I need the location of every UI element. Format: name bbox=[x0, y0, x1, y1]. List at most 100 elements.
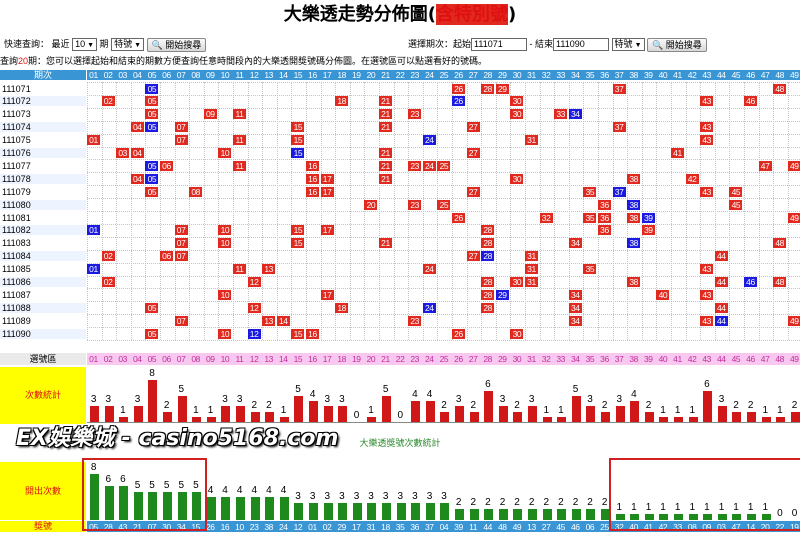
select-number-47[interactable]: 47 bbox=[759, 354, 772, 364]
rank-number-01: 01 bbox=[308, 521, 317, 532]
ball-111081-26: 26 bbox=[452, 212, 465, 223]
rank-bar-13 bbox=[528, 508, 537, 520]
number-header-39: 39 bbox=[643, 70, 653, 80]
select-number-17[interactable]: 17 bbox=[321, 354, 334, 364]
select-number-16[interactable]: 16 bbox=[306, 354, 319, 364]
select-number-25[interactable]: 25 bbox=[437, 354, 450, 364]
select-number-42[interactable]: 42 bbox=[686, 354, 699, 364]
select-number-15[interactable]: 15 bbox=[291, 354, 304, 364]
select-number-13[interactable]: 13 bbox=[262, 354, 275, 364]
rank-freq-label-box: 開出次數 bbox=[0, 462, 86, 520]
select-number-48[interactable]: 48 bbox=[773, 354, 786, 364]
select-number-28[interactable]: 28 bbox=[481, 354, 494, 364]
select-number-49[interactable]: 49 bbox=[788, 354, 800, 364]
select-number-03[interactable]: 03 bbox=[116, 354, 129, 364]
ball-111085-01: 01 bbox=[87, 264, 100, 275]
select-number-04[interactable]: 04 bbox=[131, 354, 144, 364]
select-number-01[interactable]: 01 bbox=[87, 354, 100, 364]
select-number-37[interactable]: 37 bbox=[613, 354, 626, 364]
select-number-36[interactable]: 36 bbox=[598, 354, 611, 364]
grid-row-line bbox=[87, 249, 800, 251]
rank-bar-31 bbox=[367, 502, 377, 520]
select-number-09[interactable]: 09 bbox=[204, 354, 217, 364]
ball-111073-21: 21 bbox=[379, 109, 392, 120]
select-number-26[interactable]: 26 bbox=[452, 354, 465, 364]
select-number-45[interactable]: 45 bbox=[729, 354, 742, 364]
ball-111077-25: 25 bbox=[437, 160, 451, 171]
select-number-35[interactable]: 35 bbox=[583, 354, 596, 364]
select-number-31[interactable]: 31 bbox=[525, 354, 538, 364]
quick-search-button[interactable]: 🔍 開始搜尋 bbox=[146, 37, 207, 52]
ball-111088-18: 18 bbox=[335, 302, 349, 313]
select-number-27[interactable]: 27 bbox=[467, 354, 480, 364]
ball-111084-07: 07 bbox=[174, 251, 188, 262]
freq-bar-31 bbox=[528, 406, 537, 422]
select-number-40[interactable]: 40 bbox=[656, 354, 669, 364]
recent-count-select[interactable]: 10 ▼ bbox=[72, 38, 98, 52]
ball-111080-36: 36 bbox=[598, 199, 611, 210]
range-search-button[interactable]: 🔍 開始搜尋 bbox=[647, 37, 707, 52]
select-number-44[interactable]: 44 bbox=[715, 354, 728, 364]
ball-111082-07: 07 bbox=[174, 225, 188, 236]
number-header-09: 09 bbox=[205, 70, 215, 80]
ball-111075-07: 07 bbox=[174, 135, 188, 146]
freq-value-05: 8 bbox=[149, 369, 155, 380]
number-header-28: 28 bbox=[483, 70, 493, 80]
select-number-39[interactable]: 39 bbox=[642, 354, 655, 364]
freq-bar-37 bbox=[615, 406, 625, 422]
select-number-06[interactable]: 06 bbox=[160, 354, 173, 364]
select-number-20[interactable]: 20 bbox=[364, 354, 377, 364]
period-label-111074: 111074 bbox=[0, 122, 86, 133]
range-end-input[interactable]: 111090 bbox=[553, 38, 610, 52]
ball-111079-43: 43 bbox=[700, 186, 714, 197]
select-number-24[interactable]: 24 bbox=[423, 354, 436, 364]
special-select-value: 特號 bbox=[114, 39, 133, 50]
rank-value-39: 2 bbox=[455, 497, 462, 508]
special-select[interactable]: 特號 ▼ bbox=[111, 38, 145, 52]
rank-value-16: 4 bbox=[222, 486, 228, 497]
freq-value-10: 3 bbox=[222, 395, 228, 406]
select-number-33[interactable]: 33 bbox=[554, 354, 567, 364]
select-number-23[interactable]: 23 bbox=[408, 354, 421, 364]
select-number-30[interactable]: 30 bbox=[510, 354, 523, 364]
select-number-32[interactable]: 32 bbox=[540, 354, 553, 364]
period-label: 期 bbox=[99, 39, 109, 49]
select-number-18[interactable]: 18 bbox=[335, 354, 348, 364]
select-number-29[interactable]: 29 bbox=[496, 354, 509, 364]
grid-row-line bbox=[87, 327, 800, 329]
select-number-43[interactable]: 43 bbox=[700, 354, 713, 364]
select-number-14[interactable]: 14 bbox=[277, 354, 290, 364]
ball-111083-07: 07 bbox=[174, 238, 188, 249]
rank-bar-38 bbox=[265, 497, 275, 520]
select-number-05[interactable]: 05 bbox=[145, 354, 158, 364]
range-start-input[interactable]: 111071 bbox=[471, 38, 528, 52]
freq-value-48: 1 bbox=[777, 405, 783, 416]
rank-number-44: 44 bbox=[483, 521, 493, 532]
select-number-12[interactable]: 12 bbox=[248, 354, 261, 364]
select-number-11[interactable]: 11 bbox=[233, 354, 246, 364]
ball-111072-46: 46 bbox=[744, 96, 757, 107]
select-number-08[interactable]: 08 bbox=[189, 354, 202, 364]
grid-row-line bbox=[87, 275, 800, 277]
freq-bar-16 bbox=[309, 401, 318, 422]
select-number-41[interactable]: 41 bbox=[671, 354, 684, 364]
select-number-22[interactable]: 22 bbox=[394, 354, 407, 364]
select-number-02[interactable]: 02 bbox=[102, 354, 115, 364]
special-select-2[interactable]: 特號 ▼ bbox=[611, 38, 645, 52]
rank-number-36: 36 bbox=[410, 521, 420, 532]
ball-111080-20: 20 bbox=[364, 199, 378, 210]
select-number-34[interactable]: 34 bbox=[569, 354, 582, 364]
period-label-111075: 111075 bbox=[2, 135, 31, 146]
select-number-19[interactable]: 19 bbox=[350, 354, 363, 364]
select-number-07[interactable]: 07 bbox=[175, 354, 188, 364]
freq-value-34: 5 bbox=[572, 385, 579, 395]
select-number-10[interactable]: 10 bbox=[218, 354, 231, 364]
rank-number-12: 12 bbox=[293, 521, 303, 532]
number-header-38: 38 bbox=[629, 70, 639, 80]
select-number-21[interactable]: 21 bbox=[379, 354, 392, 364]
select-number-46[interactable]: 46 bbox=[744, 354, 757, 364]
number-header-01: 01 bbox=[89, 70, 98, 80]
ball-111087-28: 28 bbox=[481, 289, 495, 300]
select-number-38[interactable]: 38 bbox=[627, 354, 640, 364]
ball-111085-24: 24 bbox=[422, 264, 436, 275]
